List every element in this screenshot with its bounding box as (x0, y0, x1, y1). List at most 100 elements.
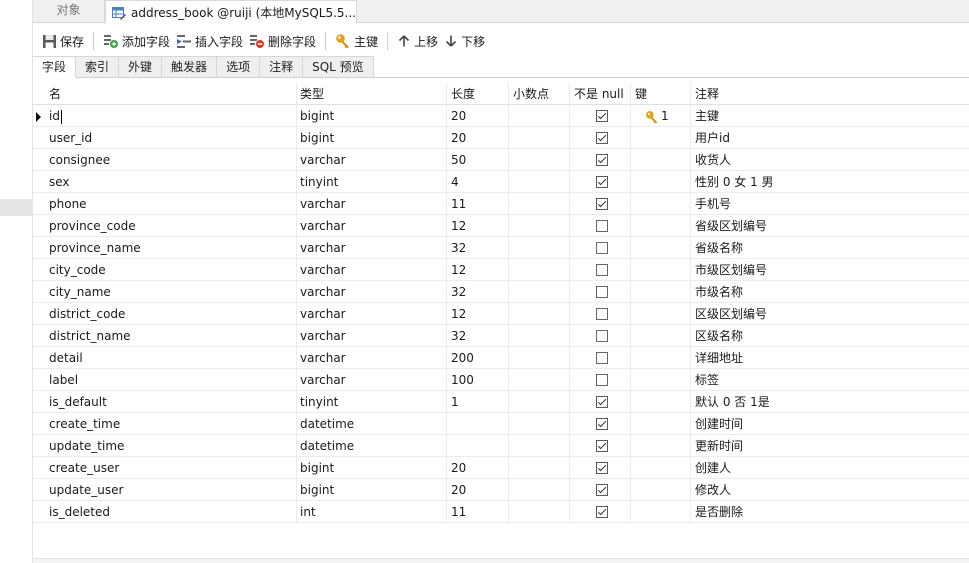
field-length-cell[interactable]: 11 (447, 501, 509, 523)
field-length-cell[interactable] (447, 435, 509, 457)
field-row[interactable]: user_id bigint 20 用户id (33, 127, 969, 149)
add-field-button[interactable]: 添加字段 (100, 29, 173, 53)
field-not-null-cell[interactable] (570, 479, 631, 501)
field-not-null-cell[interactable] (570, 215, 631, 237)
field-type-cell[interactable]: varchar (296, 259, 447, 281)
field-row[interactable]: update_user bigint 20 修改人 (33, 479, 969, 501)
field-row[interactable]: id bigint 20 1 主键 (33, 105, 969, 127)
not-null-checkbox[interactable] (596, 308, 608, 320)
field-name-cell[interactable]: consignee (45, 149, 297, 171)
field-row[interactable]: is_default tinyint 1 默认 0 否 1是 (33, 391, 969, 413)
field-key-cell[interactable] (631, 303, 691, 325)
field-not-null-cell[interactable] (570, 369, 631, 391)
field-type-cell[interactable]: varchar (296, 193, 447, 215)
field-name-cell[interactable]: phone (45, 193, 297, 215)
field-name-cell[interactable]: district_name (45, 325, 297, 347)
field-name-cell[interactable]: district_code (45, 303, 297, 325)
field-length-cell[interactable]: 1 (447, 391, 509, 413)
field-name-cell[interactable]: detail (45, 347, 297, 369)
field-not-null-cell[interactable] (570, 391, 631, 413)
field-length-cell[interactable]: 20 (447, 479, 509, 501)
field-name-cell[interactable]: id (45, 105, 297, 127)
field-not-null-cell[interactable] (570, 347, 631, 369)
field-name-cell[interactable]: update_user (45, 479, 297, 501)
field-decimals-cell[interactable] (509, 325, 570, 347)
field-not-null-cell[interactable] (570, 105, 631, 127)
field-type-cell[interactable]: varchar (296, 347, 447, 369)
not-null-checkbox[interactable] (596, 110, 608, 122)
field-not-null-cell[interactable] (570, 501, 631, 523)
tab-fields[interactable]: 字段 (33, 56, 77, 78)
field-name-cell[interactable]: is_deleted (45, 501, 297, 523)
field-type-cell[interactable]: tinyint (296, 391, 447, 413)
field-key-cell[interactable] (631, 435, 691, 457)
tab-foreign-keys[interactable]: 外键 (119, 56, 163, 77)
field-row[interactable]: update_time datetime 更新时间 (33, 435, 969, 457)
field-not-null-cell[interactable] (570, 237, 631, 259)
field-not-null-cell[interactable] (570, 259, 631, 281)
not-null-checkbox[interactable] (596, 132, 608, 144)
field-key-cell[interactable] (631, 369, 691, 391)
field-comment-cell[interactable]: 修改人 (691, 479, 969, 501)
field-not-null-cell[interactable] (570, 303, 631, 325)
not-null-checkbox[interactable] (596, 396, 608, 408)
field-length-cell[interactable]: 12 (447, 259, 509, 281)
field-comment-cell[interactable]: 市级区划编号 (691, 259, 969, 281)
header-type[interactable]: 类型 (296, 83, 447, 105)
field-key-cell[interactable] (631, 479, 691, 501)
field-comment-cell[interactable]: 区级名称 (691, 325, 969, 347)
field-type-cell[interactable]: varchar (296, 369, 447, 391)
field-length-cell[interactable]: 100 (447, 369, 509, 391)
field-name-cell[interactable]: city_code (45, 259, 297, 281)
field-row[interactable]: is_deleted int 11 是否删除 (33, 501, 969, 523)
field-decimals-cell[interactable] (509, 413, 570, 435)
field-length-cell[interactable]: 32 (447, 325, 509, 347)
field-type-cell[interactable]: bigint (296, 105, 447, 127)
field-not-null-cell[interactable] (570, 281, 631, 303)
field-decimals-cell[interactable] (509, 259, 570, 281)
field-length-cell[interactable]: 32 (447, 281, 509, 303)
move-up-button[interactable]: 上移 (394, 29, 441, 53)
field-comment-cell[interactable]: 用户id (691, 127, 969, 149)
tab-triggers[interactable]: 触发器 (162, 56, 218, 77)
not-null-checkbox[interactable] (596, 374, 608, 386)
field-comment-cell[interactable]: 详细地址 (691, 347, 969, 369)
field-type-cell[interactable]: datetime (296, 435, 447, 457)
field-comment-cell[interactable]: 更新时间 (691, 435, 969, 457)
field-type-cell[interactable]: datetime (296, 413, 447, 435)
tab-sql-preview[interactable]: SQL 预览 (303, 56, 374, 77)
field-decimals-cell[interactable] (509, 171, 570, 193)
tab-objects[interactable]: 对象 (33, 0, 105, 23)
field-key-cell[interactable] (631, 391, 691, 413)
field-name-cell[interactable]: update_time (45, 435, 297, 457)
field-length-cell[interactable]: 12 (447, 215, 509, 237)
field-comment-cell[interactable]: 标签 (691, 369, 969, 391)
header-not-null[interactable]: 不是 null (570, 83, 631, 105)
field-comment-cell[interactable]: 主键 (691, 105, 969, 127)
field-row[interactable]: province_name varchar 32 省级名称 (33, 237, 969, 259)
field-comment-cell[interactable]: 性别 0 女 1 男 (691, 171, 969, 193)
field-row[interactable]: detail varchar 200 详细地址 (33, 347, 969, 369)
field-decimals-cell[interactable] (509, 281, 570, 303)
field-decimals-cell[interactable] (509, 105, 570, 127)
field-row[interactable]: sex tinyint 4 性别 0 女 1 男 (33, 171, 969, 193)
field-key-cell[interactable] (631, 215, 691, 237)
field-row[interactable]: create_user bigint 20 创建人 (33, 457, 969, 479)
field-name-cell[interactable]: is_default (45, 391, 297, 413)
field-name-cell[interactable]: user_id (45, 127, 297, 149)
field-row[interactable]: create_time datetime 创建时间 (33, 413, 969, 435)
field-row[interactable]: district_code varchar 12 区级区划编号 (33, 303, 969, 325)
field-row[interactable]: label varchar 100 标签 (33, 369, 969, 391)
field-decimals-cell[interactable] (509, 435, 570, 457)
field-comment-cell[interactable]: 手机号 (691, 193, 969, 215)
field-type-cell[interactable]: varchar (296, 281, 447, 303)
field-comment-cell[interactable]: 创建人 (691, 457, 969, 479)
field-decimals-cell[interactable] (509, 501, 570, 523)
field-key-cell[interactable] (631, 347, 691, 369)
field-comment-cell[interactable]: 区级区划编号 (691, 303, 969, 325)
field-comment-cell[interactable]: 市级名称 (691, 281, 969, 303)
field-decimals-cell[interactable] (509, 457, 570, 479)
field-type-cell[interactable]: varchar (296, 325, 447, 347)
field-length-cell[interactable]: 11 (447, 193, 509, 215)
not-null-checkbox[interactable] (596, 176, 608, 188)
